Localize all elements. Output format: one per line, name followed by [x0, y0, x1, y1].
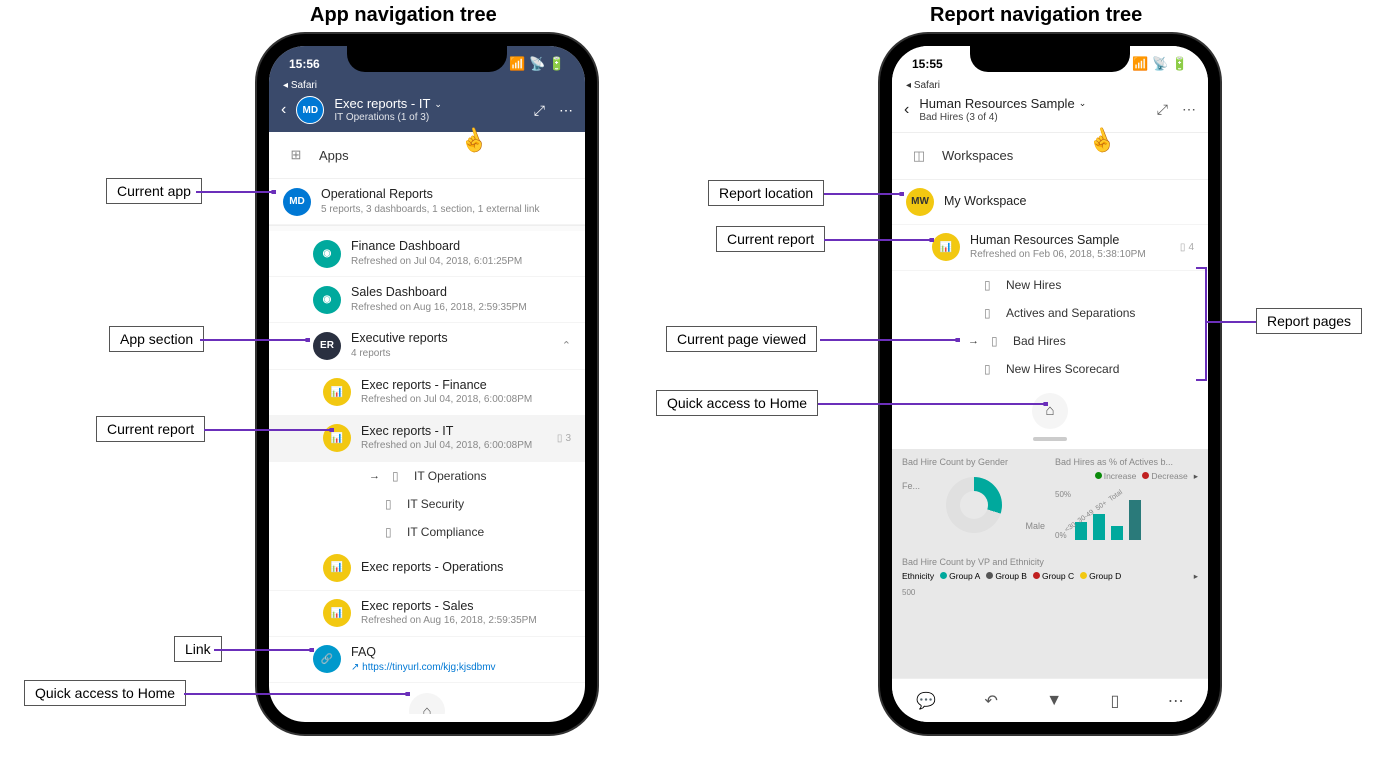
heading-app-nav: App navigation tree	[310, 4, 497, 27]
chevron-down-icon: ⌄	[1079, 98, 1087, 109]
workspace-avatar: MW	[906, 188, 934, 216]
bottom-toolbar: 💬 ↶ ▼ ▯ ⋯	[892, 678, 1208, 722]
safari-back[interactable]: ◂ Safari	[906, 80, 940, 91]
more-icon[interactable]: ⋯	[1168, 691, 1184, 711]
annot-quick-home-r: Quick access to Home	[656, 390, 818, 416]
phone-report-nav: 15:55 📍 📶 📡 🔋 ◂ Safari ‹ Human Resources…	[880, 34, 1220, 734]
page-icon: ▯	[385, 525, 399, 539]
section-avatar: ER	[313, 332, 341, 360]
expand-icon[interactable]: ⤢	[534, 102, 545, 119]
safari-back[interactable]: ◂ Safari	[283, 80, 317, 91]
report-row[interactable]: 📊 Human Resources Sample Refreshed on Fe…	[892, 225, 1208, 271]
dashboard-row[interactable]: ◉ Finance Dashboard Refreshed on Jul 04,…	[269, 231, 585, 277]
status-icons: 📶 📡 🔋	[509, 56, 565, 72]
annot-app-section: App section	[109, 326, 204, 352]
app-avatar: MD	[283, 188, 311, 216]
annot-current-app: Current app	[106, 178, 202, 204]
report-row[interactable]: 📊 Exec reports - Sales Refreshed on Aug …	[269, 591, 585, 637]
report-icon: 📊	[323, 599, 351, 627]
workspace-icon: ◫	[906, 143, 932, 169]
apps-icon: ⊞	[283, 142, 309, 168]
report-page[interactable]: ▯ New Hires Scorecard	[892, 355, 1208, 383]
report-icon: 📊	[932, 233, 960, 261]
apps-row[interactable]: ⊞ Apps	[269, 132, 585, 179]
heading-report-nav: Report navigation tree	[930, 4, 1142, 27]
page-icon: ▯	[385, 497, 399, 511]
home-button[interactable]: ⌂	[409, 693, 445, 714]
link-icon: 🔗	[313, 645, 341, 673]
back-icon[interactable]: ‹	[904, 101, 909, 119]
annot-quick-home: Quick access to Home	[24, 680, 186, 706]
header-title-dropdown[interactable]: Exec reports - IT ⌄ IT Operations (1 of …	[334, 96, 523, 124]
notch	[347, 46, 507, 72]
annot-current-report: Current report	[96, 416, 205, 442]
more-icon[interactable]: ⋯	[559, 102, 573, 119]
more-icon[interactable]: ⋯	[1182, 101, 1196, 118]
report-page[interactable]: → ▯ IT Operations	[269, 462, 585, 490]
notch	[970, 46, 1130, 72]
chevron-up-icon: ⌃	[562, 339, 571, 352]
comment-icon[interactable]: 💬	[916, 691, 936, 711]
header-avatar: MD	[296, 96, 324, 124]
current-arrow-icon: →	[369, 470, 380, 482]
section-row[interactable]: ER Executive reports 4 reports ⌃	[269, 323, 585, 369]
report-page[interactable]: ▯ New Hires	[892, 271, 1208, 299]
page-icon: ▯	[392, 469, 406, 483]
page-count-badge: ▯ 3	[557, 433, 571, 444]
report-row[interactable]: 📊 Exec reports - Operations	[269, 546, 585, 591]
page-count-badge: ▯ 4	[1180, 242, 1194, 253]
report-icon: 📊	[323, 378, 351, 406]
annot-current-report-r: Current report	[716, 226, 825, 252]
page-icon: ▯	[984, 278, 998, 292]
page-icon: ▯	[991, 334, 1005, 348]
report-page[interactable]: ▯ Actives and Separations	[892, 299, 1208, 327]
home-button[interactable]: ⌂	[1032, 393, 1068, 429]
report-preview: Bad Hire Count by Gender Fe... Male Bad …	[892, 449, 1208, 678]
annot-report-location: Report location	[708, 180, 824, 206]
drag-handle[interactable]	[1033, 437, 1067, 441]
link-row[interactable]: 🔗 FAQ ↗ https://tinyurl.com/kjg;kjsdbmv	[269, 637, 585, 683]
bookmark-icon[interactable]: ▯	[1111, 691, 1120, 711]
workspaces-row[interactable]: ◫ Workspaces	[892, 133, 1208, 180]
chevron-down-icon: ⌄	[434, 99, 442, 110]
current-arrow-icon: →	[968, 335, 979, 347]
expand-icon[interactable]: ⤢	[1157, 101, 1168, 118]
annot-current-page: Current page viewed	[666, 326, 817, 352]
phone-app-nav: 15:56 📶 📡 🔋 ◂ Safari ‹ MD Exec reports -…	[257, 34, 597, 734]
donut-chart	[946, 477, 1002, 533]
annot-report-pages: Report pages	[1256, 308, 1362, 334]
page-icon: ▯	[984, 362, 998, 376]
dashboard-icon: ◉	[313, 240, 341, 268]
workspace-row[interactable]: MW My Workspace	[892, 180, 1208, 225]
report-icon: 📊	[323, 424, 351, 452]
report-row-active[interactable]: 📊 Exec reports - IT Refreshed on Jul 04,…	[269, 416, 585, 462]
annot-link: Link	[174, 636, 222, 662]
report-page-current[interactable]: → ▯ Bad Hires	[892, 327, 1208, 355]
report-page[interactable]: ▯ IT Compliance	[269, 518, 585, 546]
back-icon[interactable]: ‹	[281, 101, 286, 119]
status-time: 15:55	[912, 57, 943, 71]
header-title-dropdown[interactable]: Human Resources Sample ⌄ Bad Hires (3 of…	[919, 96, 1146, 124]
dashboard-row[interactable]: ◉ Sales Dashboard Refreshed on Aug 16, 2…	[269, 277, 585, 323]
report-page[interactable]: ▯ IT Security	[269, 490, 585, 518]
page-icon: ▯	[984, 306, 998, 320]
report-icon: 📊	[323, 554, 351, 582]
dashboard-icon: ◉	[313, 286, 341, 314]
undo-icon[interactable]: ↶	[985, 691, 998, 711]
status-time: 15:56	[289, 57, 320, 71]
filter-icon[interactable]: ▼	[1046, 692, 1062, 710]
current-app-row[interactable]: MD Operational Reports 5 reports, 3 dash…	[269, 179, 585, 225]
report-row[interactable]: 📊 Exec reports - Finance Refreshed on Ju…	[269, 370, 585, 416]
